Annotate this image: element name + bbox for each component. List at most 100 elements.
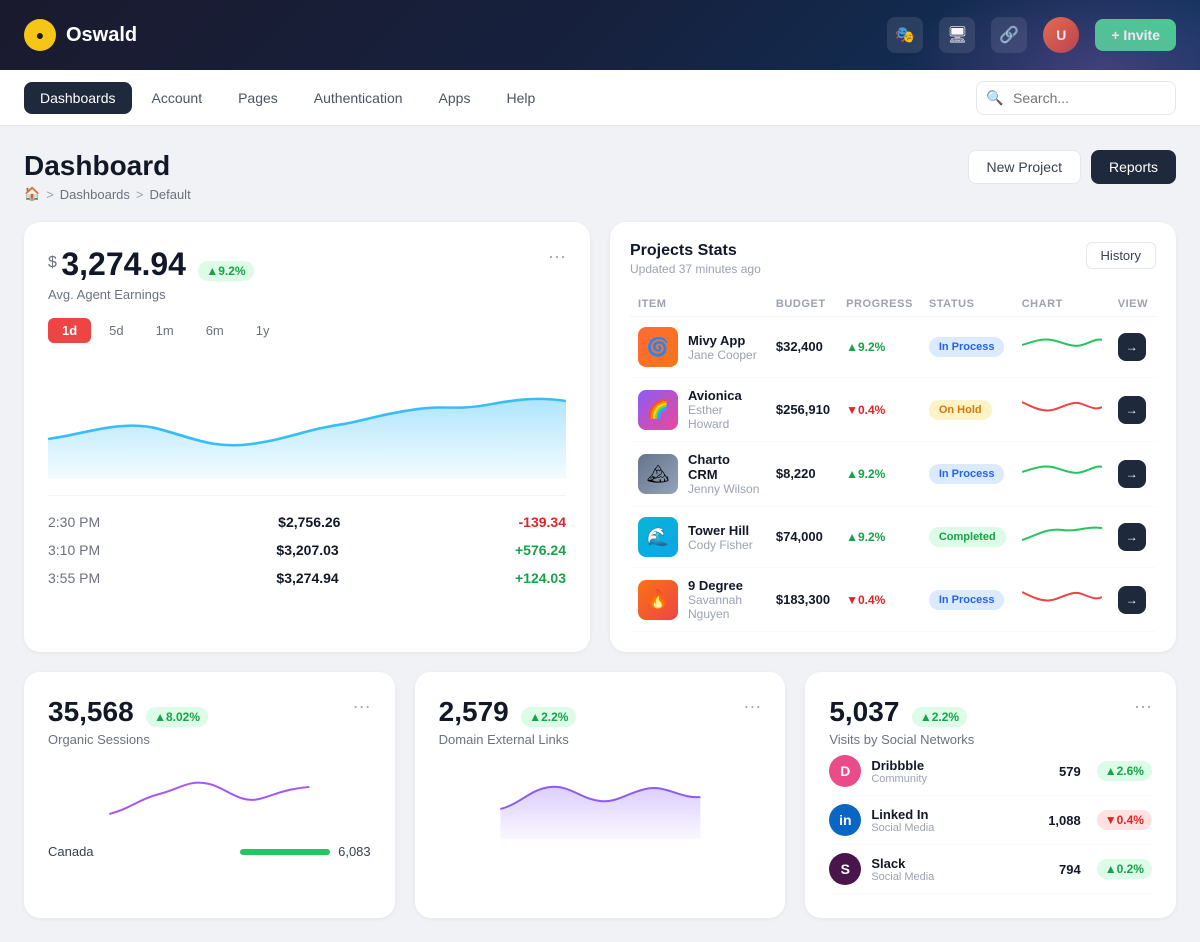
earnings-card: $ 3,274.94 ▲9.2% Avg. Agent Earnings ···… (24, 222, 590, 652)
project-progress-1: ▼0.4% (846, 403, 885, 417)
project-thumb-1: 🌈 (638, 390, 678, 430)
earnings-badge: ▲9.2% (198, 261, 253, 281)
time-btn-6m[interactable]: 6m (192, 318, 238, 343)
project-person-3: Cody Fisher (688, 538, 753, 552)
row-change-1: -139.34 (519, 514, 566, 530)
data-row-3: 3:55 PM $3,274.94 +124.03 (48, 564, 566, 592)
row-change-3: +124.03 (515, 570, 566, 586)
project-go-btn-2[interactable]: → (1118, 460, 1146, 488)
top-navbar: ● Oswald 🎭 🖥 🔗 U + Invite (0, 0, 1200, 70)
project-go-btn-4[interactable]: → (1118, 586, 1146, 614)
page-header: Dashboard 🏠 > Dashboards > Default New P… (24, 150, 1176, 202)
time-btn-5d[interactable]: 5d (95, 318, 137, 343)
earnings-amount-row: $ 3,274.94 ▲9.2% (48, 246, 254, 283)
social-names-2: Slack Social Media (871, 856, 934, 883)
nav-right: 🎭 🖥 🔗 U + Invite (887, 17, 1176, 53)
search-icon: 🔍 (986, 89, 1003, 106)
project-person-1: Esther Howard (688, 403, 760, 431)
time-btn-1d[interactable]: 1d (48, 318, 91, 343)
col-view: VIEW (1110, 292, 1156, 317)
new-project-button[interactable]: New Project (968, 150, 1081, 184)
mini-chart-3 (1022, 520, 1102, 550)
nav-screen-icon[interactable]: 🖥 (939, 17, 975, 53)
project-budget-0: $32,400 (776, 339, 823, 354)
col-chart: CHART (1014, 292, 1110, 317)
project-progress-3: ▲9.2% (846, 530, 885, 544)
sessions-number-row: 35,568 ▲8.02% (48, 696, 208, 728)
social-logo-0: D (829, 755, 861, 787)
links-chart-svg (439, 759, 762, 839)
mini-chart-0 (1022, 330, 1102, 360)
links-number-row: 2,579 ▲2.2% (439, 696, 577, 728)
mini-chart-4 (1022, 582, 1102, 612)
project-budget-4: $183,300 (776, 592, 830, 607)
social-more-icon[interactable]: ··· (1134, 696, 1152, 717)
table-row: 🌈 Avionica Esther Howard $256,910 ▼0.4% … (630, 378, 1156, 442)
social-item-1: in Linked In Social Media 1,088 ▼0.4% (829, 796, 1152, 845)
project-go-btn-0[interactable]: → (1118, 333, 1146, 361)
projects-table: ITEM BUDGET PROGRESS STATUS CHART VIEW 🌀… (630, 292, 1156, 632)
earnings-more-icon[interactable]: ··· (548, 246, 566, 267)
social-number-row: 5,037 ▲2.2% (829, 696, 974, 728)
nav-mask-icon[interactable]: 🎭 (887, 17, 923, 53)
social-change-2: ▲0.2% (1097, 859, 1152, 879)
social-name-2: Slack (871, 856, 934, 871)
secondary-navbar: Dashboards Account Pages Authentication … (0, 70, 1200, 126)
project-person-2: Jenny Wilson (688, 482, 760, 496)
nav-item-authentication[interactable]: Authentication (298, 82, 419, 114)
project-name-4: 9 Degree (688, 578, 760, 593)
page-title: Dashboard (24, 150, 191, 182)
social-change-1: ▼0.4% (1097, 810, 1152, 830)
social-list: D Dribbble Community 579 ▲2.6% in Linked… (829, 747, 1152, 894)
nav-item-account[interactable]: Account (136, 82, 219, 114)
project-chart-1 (1014, 378, 1110, 442)
earnings-currency: $ (48, 254, 57, 272)
row-time-3: 3:55 PM (48, 570, 100, 586)
social-left-1: in Linked In Social Media (829, 804, 934, 836)
social-card: 5,037 ▲2.2% Visits by Social Networks ··… (805, 672, 1176, 918)
nav-item-pages[interactable]: Pages (222, 82, 294, 114)
links-card: 2,579 ▲2.2% Domain External Links ··· (415, 672, 786, 918)
social-item-2: S Slack Social Media 794 ▲0.2% (829, 845, 1152, 894)
social-stats-1: 1,088 ▼0.4% (1048, 810, 1152, 830)
reports-button[interactable]: Reports (1091, 150, 1176, 184)
social-change-0: ▲2.6% (1097, 761, 1152, 781)
nav-item-apps[interactable]: Apps (423, 82, 487, 114)
user-avatar[interactable]: U (1043, 17, 1079, 53)
time-btn-1m[interactable]: 1m (142, 318, 188, 343)
nav-item-dashboards[interactable]: Dashboards (24, 82, 132, 114)
row-time-2: 3:10 PM (48, 542, 100, 558)
project-status-2: In Process (929, 464, 1005, 484)
social-type-1: Social Media (871, 822, 934, 834)
project-names-1: Avionica Esther Howard (688, 388, 760, 431)
project-progress-0: ▲9.2% (846, 340, 885, 354)
project-item-1: 🌈 Avionica Esther Howard (638, 388, 760, 431)
social-logo-1: in (829, 804, 861, 836)
invite-button[interactable]: + Invite (1095, 19, 1176, 51)
projects-title: Projects Stats (630, 242, 761, 260)
project-go-btn-3[interactable]: → (1118, 523, 1146, 551)
links-header: 2,579 ▲2.2% Domain External Links ··· (439, 696, 762, 747)
sessions-more-icon[interactable]: ··· (353, 696, 371, 717)
project-go-btn-1[interactable]: → (1118, 396, 1146, 424)
country-label: Canada (48, 844, 94, 859)
social-header: 5,037 ▲2.2% Visits by Social Networks ··… (829, 696, 1152, 747)
col-item: ITEM (630, 292, 768, 317)
links-more-icon[interactable]: ··· (743, 696, 761, 717)
search-input[interactable] (976, 81, 1176, 115)
project-chart-4 (1014, 568, 1110, 632)
history-button[interactable]: History (1086, 242, 1156, 269)
row-time-1: 2:30 PM (48, 514, 100, 530)
project-item-2: 🏔 Charto CRM Jenny Wilson (638, 452, 760, 496)
geo-row-canada: Canada 6,083 (48, 839, 371, 864)
project-thumb-3: 🌊 (638, 517, 678, 557)
time-btn-1y[interactable]: 1y (242, 318, 284, 343)
project-status-3: Completed (929, 527, 1006, 547)
header-buttons: New Project Reports (968, 150, 1177, 184)
table-header-row: ITEM BUDGET PROGRESS STATUS CHART VIEW (630, 292, 1156, 317)
nav-item-help[interactable]: Help (490, 82, 551, 114)
nav-share-icon[interactable]: 🔗 (991, 17, 1027, 53)
main-cards-grid: $ 3,274.94 ▲9.2% Avg. Agent Earnings ···… (24, 222, 1176, 652)
row-change-2: +576.24 (515, 542, 566, 558)
page-title-area: Dashboard 🏠 > Dashboards > Default (24, 150, 191, 202)
